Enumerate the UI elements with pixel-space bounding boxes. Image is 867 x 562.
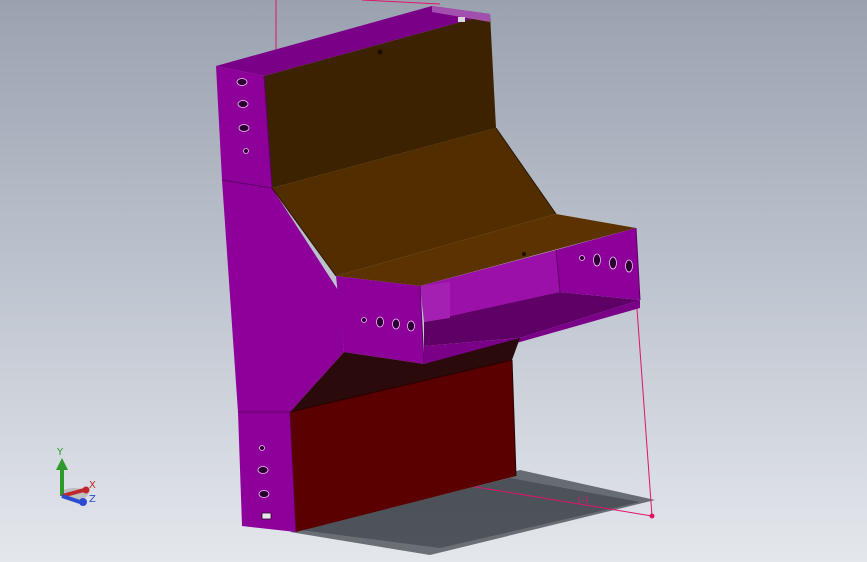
axis-triad[interactable]: Y X Z <box>56 447 96 506</box>
triad-y-arrow <box>56 458 68 470</box>
triad-z-tip <box>79 498 87 506</box>
shelf-hole <box>522 252 526 256</box>
sketch-point <box>649 513 655 519</box>
model-canvas[interactable]: (-) Y X Z <box>0 0 867 562</box>
triad-z-label: Z <box>89 494 96 505</box>
shelf-post <box>420 282 450 322</box>
cad-viewport[interactable]: (-) Y X Z <box>0 0 867 562</box>
upper-tray-slot <box>458 17 465 22</box>
sketch-line-top <box>361 0 441 5</box>
dimension-label: (-) <box>578 496 588 506</box>
triad-y-label: Y <box>56 447 64 458</box>
triad-x-label: X <box>89 480 96 491</box>
upper-panel-hole <box>377 49 383 55</box>
